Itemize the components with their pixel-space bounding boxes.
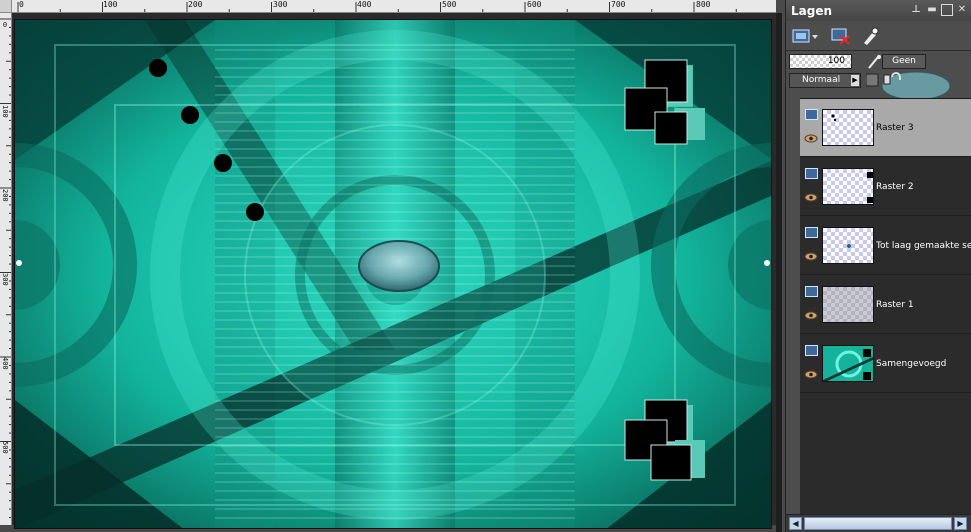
layer-list: Raster 3 Raster 2 Tot laag gemaakte sele — [800, 98, 971, 514]
canvas-artwork — [15, 20, 771, 528]
layer-thumbnail — [822, 286, 874, 323]
layer-name: Raster 3 — [876, 123, 914, 133]
eye-icon[interactable] — [804, 311, 818, 320]
ruler-top-label: 200 — [188, 0, 203, 9]
layer-thumbnail — [822, 168, 874, 205]
layer-thumbnail-art — [823, 287, 873, 322]
layer-row-raster-3[interactable]: Raster 3 — [800, 99, 971, 157]
raster-layer-icon — [805, 168, 818, 179]
raster-layer-icon — [805, 286, 818, 297]
layer-thumbnail-art — [823, 346, 873, 381]
ruler-left: 0 100 200 300 400 500 — [0, 13, 12, 525]
ruler-top-label: 700 — [611, 0, 626, 9]
layers-toolbar — [786, 21, 971, 51]
raster-layer-icon — [805, 227, 818, 238]
canvas-area[interactable] — [12, 13, 776, 529]
image-canvas[interactable] — [14, 19, 772, 529]
layers-scrollbar[interactable]: ◀ ▶ — [786, 514, 971, 532]
ruler-left-label: 300 — [1, 273, 9, 286]
raster-layer-icon — [805, 109, 818, 120]
brush-icon — [868, 55, 881, 69]
layer-properties-icon — [864, 27, 879, 45]
panel-title: Lagen — [791, 4, 833, 18]
opacity-row: 100 Geen — [786, 51, 971, 71]
eye-icon[interactable] — [804, 370, 818, 379]
ruler-left-label: 400 — [1, 357, 9, 370]
layer-row-raster-2[interactable]: Raster 2 — [800, 158, 971, 216]
app-window: 0 100 200 300 400 500 600 700 800 0 100 … — [0, 0, 971, 532]
ruler-corner — [0, 0, 12, 13]
layer-properties-button[interactable] — [860, 25, 882, 47]
eye-icon[interactable] — [804, 252, 818, 261]
eye-icon[interactable] — [804, 134, 818, 143]
delete-layer-icon — [831, 28, 850, 45]
layer-name: Samengevoegd — [876, 359, 947, 369]
layer-row-raster-1[interactable]: Raster 1 — [800, 276, 971, 334]
panel-titlebar[interactable]: Lagen ⊥ ▬ ✕ — [786, 0, 971, 21]
blend-row: Normaal ▶ — [786, 71, 971, 101]
layer-name: Tot laag gemaakte sele — [876, 241, 971, 251]
close-icon[interactable]: ✕ — [956, 4, 968, 16]
scroll-right-icon[interactable]: ▶ — [954, 517, 967, 530]
ruler-left-label: 0 — [2, 21, 8, 29]
layer-row-selection[interactable]: Tot laag gemaakte sele — [800, 217, 971, 275]
mask-button[interactable] — [866, 54, 882, 70]
layer-row-merged[interactable]: Samengevoegd — [800, 335, 971, 393]
eye-icon[interactable] — [804, 193, 818, 202]
ruler-top-label: 600 — [527, 0, 542, 9]
new-layer-button[interactable] — [790, 25, 820, 47]
layer-thumbnail — [822, 109, 874, 146]
layers-panel: Lagen ⊥ ▬ ✕ 100 Geen Normaal ▶ Raster 3 … — [785, 0, 971, 532]
ruler-top-label: 0 — [19, 0, 24, 9]
layer-name: Raster 1 — [876, 300, 914, 310]
minimize-icon[interactable]: ▬ — [926, 4, 938, 16]
maximize-icon[interactable] — [941, 4, 953, 16]
layer-thumbnail — [822, 227, 874, 264]
ruler-top-label: 800 — [696, 0, 711, 9]
opacity-field[interactable]: 100 — [789, 54, 852, 69]
chevron-right-icon[interactable]: ▶ — [851, 75, 859, 86]
layer-thumbnail — [822, 345, 874, 382]
ruler-top: 0 100 200 300 400 500 600 700 800 — [12, 0, 776, 13]
delete-layer-button[interactable] — [830, 25, 852, 47]
ruler-top-label: 500 — [442, 0, 457, 9]
layer-thumbnail-art — [867, 172, 873, 203]
ruler-top-label: 400 — [357, 0, 372, 9]
pin-icon[interactable]: ⊥ — [910, 4, 922, 16]
ruler-left-label: 100 — [1, 105, 9, 118]
canvas-scrollbar[interactable] — [776, 13, 782, 532]
ruler-left-label: 200 — [1, 189, 9, 202]
raster-layer-icon — [805, 345, 818, 356]
scroll-left-icon[interactable]: ◀ — [789, 517, 802, 530]
new-layer-icon — [792, 29, 818, 43]
ruler-top-label: 100 — [103, 0, 118, 9]
mask-field[interactable]: Geen — [882, 54, 926, 69]
ruler-top-ticks — [17, 2, 737, 12]
layer-thumbnail-art — [831, 114, 837, 122]
layer-name: Raster 2 — [876, 182, 914, 192]
scroll-thumb[interactable] — [804, 517, 952, 530]
ruler-top-label: 300 — [273, 0, 288, 9]
ruler-left-label: 500 — [1, 441, 9, 454]
layer-thumbnail-art — [847, 244, 851, 248]
